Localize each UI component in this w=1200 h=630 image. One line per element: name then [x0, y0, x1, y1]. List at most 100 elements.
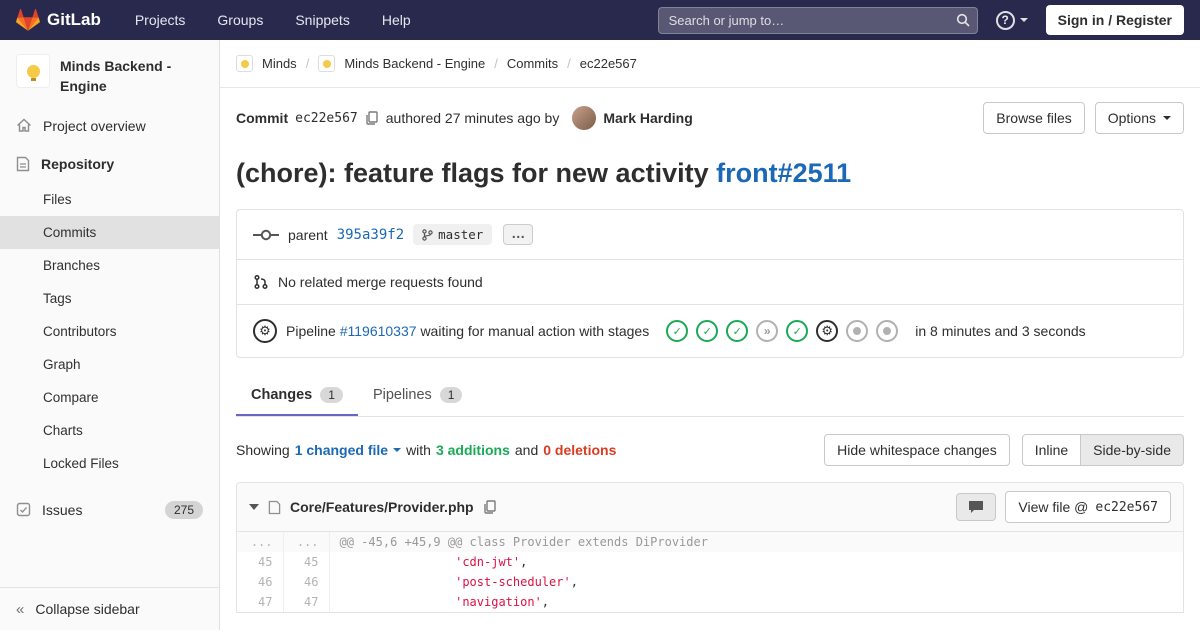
sidebar-item-tags[interactable]: Tags — [0, 282, 219, 315]
commit-tabs: Changes 1 Pipelines 1 — [236, 374, 1184, 418]
project-avatar — [16, 54, 50, 88]
hide-whitespace-button[interactable]: Hide whitespace changes — [824, 434, 1010, 467]
collapse-sidebar-button[interactable]: « Collapse sidebar — [0, 587, 219, 630]
stage-manual-icon[interactable]: ⚙ — [816, 320, 839, 343]
sidebar-item-contributors[interactable]: Contributors — [0, 315, 219, 348]
old-line-number[interactable]: 47 — [237, 592, 284, 613]
author-name-link[interactable]: Mark Harding — [603, 110, 692, 126]
pipeline-label: Pipeline — [286, 323, 336, 340]
branch-badge[interactable]: master — [413, 224, 493, 246]
commit-meta-bar: Commit ec22e567 authored 27 minutes ago … — [236, 102, 1184, 134]
sidebar-item-graph[interactable]: Graph — [0, 348, 219, 381]
expand-branches-button[interactable]: … — [503, 224, 534, 246]
commit-icon — [253, 229, 279, 240]
breadcrumb-project[interactable]: Minds Backend - Engine — [344, 56, 485, 71]
diff-file-name: Core/Features/Provider.php — [290, 499, 474, 516]
chevron-down-icon — [1019, 18, 1028, 22]
view-file-button[interactable]: View file @ ec22e567 — [1005, 491, 1171, 524]
gitlab-home-link[interactable]: GitLab — [16, 8, 101, 32]
sidebar-item-issues[interactable]: Issues 275 — [0, 490, 219, 530]
hunk-header-text: @@ -45,6 +45,9 @@ class Provider extends… — [329, 532, 1183, 553]
collapse-diff-icon[interactable] — [249, 504, 259, 511]
main-nav: Projects Groups Snippets Help — [135, 12, 443, 28]
sidebar-item-commits[interactable]: Commits — [0, 215, 219, 249]
stage-passed-icon[interactable]: ✓ — [726, 320, 749, 343]
diff-line-row: 46 46 'post-scheduler', — [237, 572, 1183, 593]
copy-file-path-button[interactable] — [483, 500, 497, 514]
chevron-down-icon — [393, 448, 402, 453]
new-line-number[interactable]: 45 — [283, 552, 330, 573]
nav-groups[interactable]: Groups — [217, 12, 263, 28]
file-icon — [268, 500, 281, 514]
commit-title-issue-link[interactable]: front#2511 — [716, 158, 851, 188]
breadcrumb-separator: / — [567, 56, 571, 71]
parent-commit-row: parent 395a39f2 master … — [237, 210, 1183, 259]
home-icon — [16, 118, 32, 132]
changes-count-badge: 1 — [320, 387, 343, 404]
sidebar-item-compare[interactable]: Compare — [0, 381, 219, 414]
code-line: 'post-scheduler', — [455, 575, 578, 590]
breadcrumb-group[interactable]: Minds — [262, 56, 297, 71]
nav-help[interactable]: Help — [382, 12, 411, 28]
side-by-side-view-button[interactable]: Side-by-side — [1080, 434, 1184, 467]
stage-passed-icon[interactable]: ✓ — [786, 320, 809, 343]
sidebar-item-project-overview[interactable]: Project overview — [0, 107, 219, 145]
nav-snippets[interactable]: Snippets — [295, 12, 349, 28]
issues-icon — [16, 502, 31, 517]
breadcrumb-separator: / — [494, 56, 498, 71]
help-dropdown[interactable]: ? — [995, 10, 1028, 30]
pipeline-id-link[interactable]: #119610337 — [340, 323, 417, 339]
new-line-number[interactable]: 46 — [283, 572, 330, 593]
browse-files-button[interactable]: Browse files — [983, 102, 1085, 134]
stage-created-icon[interactable] — [846, 320, 869, 343]
global-search — [657, 6, 978, 34]
project-context[interactable]: Minds Backend - Engine — [0, 40, 219, 107]
copy-sha-button[interactable] — [365, 111, 379, 125]
tab-changes[interactable]: Changes 1 — [236, 374, 358, 417]
new-line-number[interactable]: 47 — [283, 592, 330, 613]
code-line: 'navigation', — [455, 595, 550, 610]
sidebar-item-branches[interactable]: Branches — [0, 249, 219, 282]
clipboard-icon — [483, 500, 496, 514]
nav-projects[interactable]: Projects — [135, 12, 186, 28]
search-icon[interactable] — [956, 13, 970, 27]
old-line-number[interactable]: 45 — [237, 552, 284, 573]
merge-requests-row: No related merge requests found — [237, 259, 1183, 304]
comment-bubble-icon — [969, 501, 984, 514]
stage-skipped-icon[interactable]: » — [756, 320, 779, 343]
search-input[interactable] — [657, 6, 978, 34]
breadcrumb-commits[interactable]: Commits — [507, 56, 558, 71]
changed-files-dropdown[interactable]: 1 changed file — [295, 442, 402, 458]
sidebar-item-locked-files[interactable]: Locked Files — [0, 447, 219, 480]
stage-created-icon[interactable] — [876, 320, 899, 343]
hunk-header-row: ... ... @@ -45,6 +45,9 @@ class Provider… — [237, 532, 1183, 553]
authored-text: authored 27 minutes ago by — [385, 110, 560, 126]
pipelines-count-badge: 1 — [439, 387, 463, 404]
project-sidebar: Minds Backend - Engine Project overview … — [0, 40, 220, 630]
showing-text: Showing — [236, 442, 290, 459]
options-dropdown-button[interactable]: Options — [1094, 102, 1184, 134]
main-content: Minds / Minds Backend - Engine / Commits… — [220, 40, 1200, 630]
stage-passed-icon[interactable]: ✓ — [696, 320, 719, 343]
author-avatar[interactable] — [572, 106, 597, 130]
top-navbar: GitLab Projects Groups Snippets Help ? S… — [0, 0, 1200, 40]
parent-sha-link[interactable]: 395a39f2 — [337, 227, 404, 243]
group-avatar — [236, 55, 253, 72]
sign-in-button[interactable]: Sign in / Register — [1045, 5, 1184, 35]
sidebar-nav: Project overview Repository Files Commit… — [0, 107, 219, 530]
branch-icon — [422, 228, 433, 241]
commit-label: Commit — [236, 110, 289, 126]
sidebar-item-repository[interactable]: Repository — [0, 145, 219, 183]
repository-icon — [16, 156, 30, 171]
pipeline-mini-graph: ✓ ✓ ✓ » ✓ ⚙ — [666, 320, 899, 343]
project-avatar-small — [318, 55, 336, 72]
sidebar-item-charts[interactable]: Charts — [0, 414, 219, 447]
sidebar-item-files[interactable]: Files — [0, 183, 219, 216]
tab-pipelines[interactable]: Pipelines 1 — [358, 374, 478, 416]
breadcrumb-current-sha: ec22e567 — [579, 56, 637, 71]
stage-passed-icon[interactable]: ✓ — [666, 320, 689, 343]
old-line-number[interactable]: 46 — [237, 572, 284, 593]
inline-view-button[interactable]: Inline — [1021, 434, 1082, 467]
toggle-comments-button[interactable] — [956, 493, 997, 522]
diff-view-toggle: Inline Side-by-side — [1021, 434, 1184, 467]
